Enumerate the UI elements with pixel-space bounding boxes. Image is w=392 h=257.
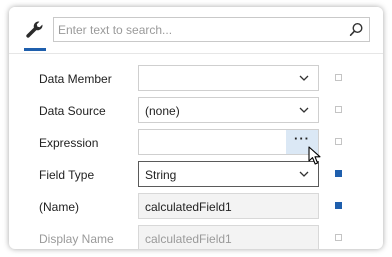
property-row-field-type: Field Type String [9, 161, 383, 187]
property-value: String [145, 168, 177, 182]
property-label: Data Member [39, 72, 112, 86]
property-row-data-member: Data Member [9, 65, 383, 91]
expression-editor[interactable]: ··· [138, 129, 319, 155]
search-icon[interactable] [349, 22, 364, 37]
property-value: (none) [145, 104, 180, 118]
toolbar-divider [9, 53, 383, 54]
search-input[interactable] [58, 21, 338, 38]
property-row-data-source: Data Source (none) [9, 97, 383, 123]
property-label: Display Name [39, 232, 114, 246]
name-field[interactable]: calculatedField1 [138, 193, 319, 219]
property-value: calculatedField1 [145, 232, 232, 246]
property-marker[interactable] [335, 106, 342, 113]
property-marker[interactable] [335, 138, 342, 145]
property-grid-window: Data Member Data Source (none) Expressi [9, 7, 383, 249]
property-marker[interactable] [335, 74, 342, 81]
property-grid-toolbar [9, 7, 383, 51]
field-type-dropdown[interactable]: String [138, 161, 319, 187]
data-member-dropdown[interactable] [138, 65, 319, 91]
property-marker-set[interactable] [335, 170, 342, 177]
property-marker[interactable] [335, 234, 342, 241]
property-label: (Name) [39, 200, 80, 214]
property-label: Expression [39, 136, 99, 150]
property-row-name: (Name) calculatedField1 [9, 193, 383, 219]
search-box [53, 17, 370, 42]
chevron-down-icon[interactable] [299, 106, 309, 114]
mouse-pointer-icon [308, 146, 321, 165]
property-label: Field Type [39, 168, 95, 182]
wrench-tab-indicator [24, 48, 46, 51]
property-row-expression: Expression ··· [9, 129, 383, 155]
property-marker-set[interactable] [335, 202, 342, 209]
chevron-down-icon[interactable] [299, 74, 309, 82]
property-value: calculatedField1 [145, 200, 232, 214]
data-source-dropdown[interactable]: (none) [138, 97, 319, 123]
wrench-icon[interactable] [25, 20, 45, 40]
display-name-field[interactable]: calculatedField1 [138, 225, 319, 249]
property-label: Data Source [39, 104, 106, 118]
property-row-display-name: Display Name calculatedField1 [9, 225, 383, 249]
chevron-down-icon[interactable] [299, 170, 309, 178]
